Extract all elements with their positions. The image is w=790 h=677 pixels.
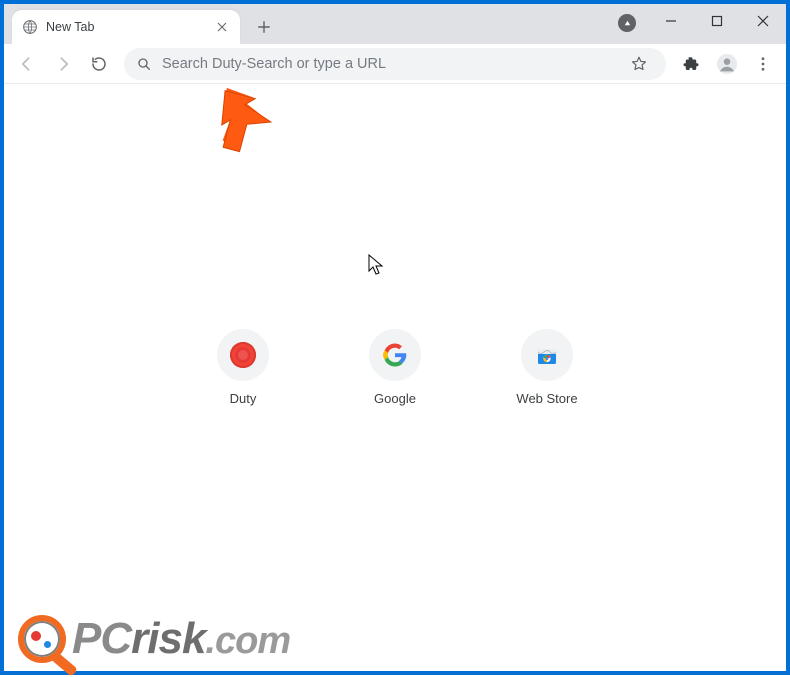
omnibox[interactable] bbox=[124, 48, 666, 80]
shortcut-duty[interactable]: Duty bbox=[198, 329, 288, 406]
shortcut-label: Google bbox=[374, 391, 416, 406]
globe-icon bbox=[22, 19, 38, 35]
shortcut-circle bbox=[521, 329, 573, 381]
extensions-icon[interactable] bbox=[676, 49, 706, 79]
web-store-icon bbox=[535, 343, 559, 367]
tab-title: New Tab bbox=[46, 20, 214, 34]
window-close-button[interactable] bbox=[740, 4, 786, 38]
profile-avatar-icon[interactable] bbox=[712, 49, 742, 79]
reload-button[interactable] bbox=[84, 49, 114, 79]
minimize-button[interactable] bbox=[648, 4, 694, 38]
maximize-button[interactable] bbox=[694, 4, 740, 38]
forward-button[interactable] bbox=[48, 49, 78, 79]
close-tab-icon[interactable] bbox=[214, 19, 230, 35]
back-button[interactable] bbox=[12, 49, 42, 79]
shortcut-label: Duty bbox=[230, 391, 257, 406]
browser-tab[interactable]: New Tab bbox=[12, 10, 240, 44]
shortcut-google[interactable]: Google bbox=[350, 329, 440, 406]
new-tab-button[interactable] bbox=[250, 13, 278, 41]
shortcut-circle bbox=[369, 329, 421, 381]
kebab-menu-icon[interactable] bbox=[748, 49, 778, 79]
search-icon bbox=[136, 56, 152, 72]
toolbar bbox=[4, 44, 786, 84]
window-controls bbox=[648, 4, 786, 44]
app-frame: New Tab bbox=[0, 0, 790, 675]
google-icon bbox=[383, 343, 407, 367]
titlebar: New Tab bbox=[4, 4, 786, 44]
new-tab-content: Duty Google Web Store bbox=[4, 84, 786, 671]
incognito-like-badge-icon bbox=[618, 14, 636, 32]
duty-icon bbox=[230, 342, 256, 368]
shortcut-label: Web Store bbox=[516, 391, 577, 406]
cursor-pointer-icon bbox=[368, 254, 384, 276]
shortcut-row: Duty Google Web Store bbox=[198, 329, 592, 406]
browser-window: New Tab bbox=[4, 4, 786, 671]
bookmark-star-icon[interactable] bbox=[624, 49, 654, 79]
address-search-input[interactable] bbox=[162, 56, 614, 72]
shortcut-circle bbox=[217, 329, 269, 381]
shortcut-web-store[interactable]: Web Store bbox=[502, 329, 592, 406]
